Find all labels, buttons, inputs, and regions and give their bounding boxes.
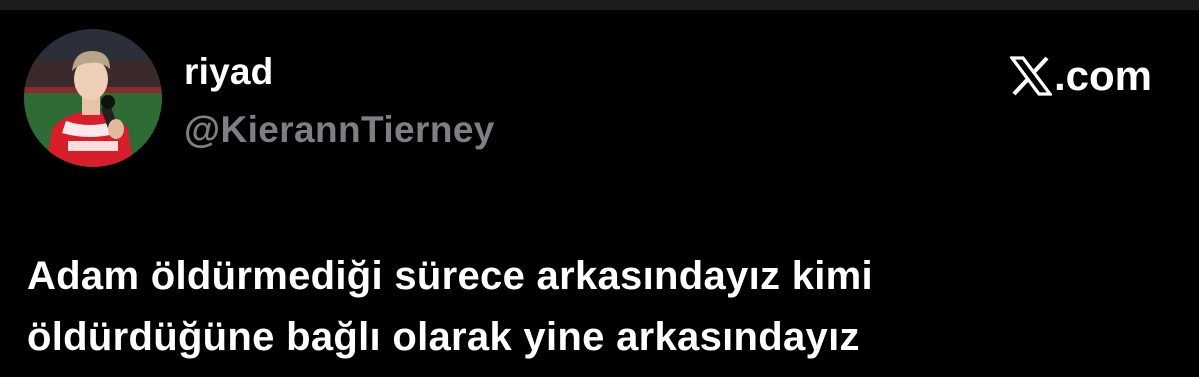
brand-domain-text: .com: [1053, 52, 1152, 99]
x-logo-icon: [1009, 56, 1052, 96]
avatar[interactable]: [24, 29, 162, 167]
tweet-body: Adam öldürmediği sürece arkasındayız kim…: [27, 246, 1177, 368]
top-divider-strip: [0, 0, 1199, 10]
tweet-line-2: öldürdüğüne bağlı olarak yine arkasınday…: [27, 315, 860, 359]
author-display-name[interactable]: riyad: [184, 50, 273, 94]
avatar-image: [24, 29, 162, 167]
brand-watermark: .com: [1009, 52, 1152, 100]
tweet-line-1: Adam öldürmediği sürece arkasındayız kim…: [27, 254, 873, 298]
author-handle[interactable]: @KierannTierney: [184, 108, 495, 152]
